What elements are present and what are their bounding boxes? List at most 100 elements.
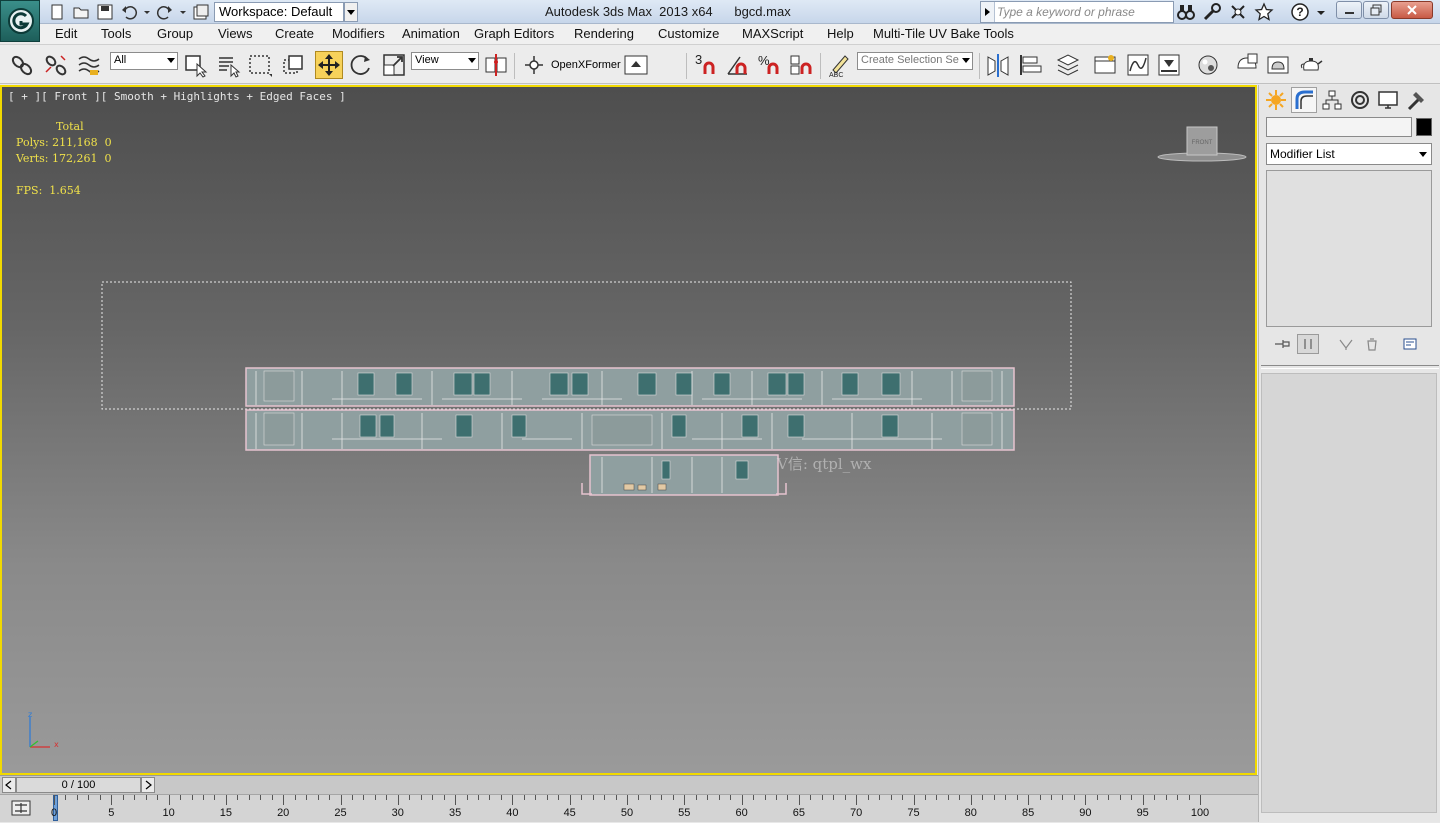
workspace-dropdown-arrow[interactable]	[344, 2, 358, 22]
menu-tools[interactable]: Tools	[101, 26, 131, 41]
select-and-rotate-button[interactable]	[347, 51, 375, 79]
track-bar[interactable]: 0 5 10 15 20 25 30 35 40 45 50 55 60 65 70 75 80 85 90 95 10…	[0, 794, 1258, 822]
minimize-button[interactable]	[1336, 1, 1362, 19]
render-setup-button[interactable]	[1233, 51, 1261, 79]
project-folder-icon[interactable]	[192, 3, 210, 21]
next-frame-button[interactable]	[141, 777, 155, 793]
search-input[interactable]	[997, 4, 1171, 20]
align-button[interactable]	[1016, 51, 1044, 79]
curve-editor-button[interactable]	[1124, 51, 1152, 79]
rendered-frame-window-button[interactable]	[1264, 51, 1292, 79]
menu-customize[interactable]: Customize	[658, 26, 719, 41]
menu-multi-tile-uv-bake-tools[interactable]: Multi-Tile UV Bake Tools	[873, 26, 1014, 41]
window-crossing-button[interactable]	[280, 51, 308, 79]
modifier-list-value: Modifier List	[1270, 147, 1335, 161]
rendered-frame-icon	[1267, 56, 1289, 74]
frame-tick	[317, 795, 319, 800]
pin-stack-button[interactable]	[1271, 334, 1293, 354]
show-end-result-button[interactable]	[1297, 334, 1319, 354]
spinner-snap-toggle-button[interactable]	[788, 51, 816, 79]
unlink-selection-button[interactable]	[42, 51, 70, 79]
openxformer-button[interactable]	[520, 51, 548, 79]
modifier-stack[interactable]	[1266, 170, 1432, 327]
new-file-icon[interactable]	[48, 3, 66, 21]
redo-icon[interactable]	[156, 3, 174, 21]
scene-explorer-button[interactable]	[1091, 51, 1119, 79]
select-and-move-button[interactable]	[315, 51, 343, 79]
remove-modifier-button[interactable]	[1361, 334, 1383, 354]
undo-icon[interactable]	[120, 3, 138, 21]
frame-tick-label: 30	[391, 807, 404, 819]
frame-tick	[1096, 795, 1098, 800]
pivot-center-button[interactable]	[482, 51, 510, 79]
parameters-rollout-area[interactable]	[1261, 373, 1437, 813]
search-collapse-button[interactable]	[981, 2, 995, 22]
menu-rendering[interactable]: Rendering	[574, 26, 634, 41]
make-unique-icon	[1339, 339, 1353, 350]
openxformer-toggle-button[interactable]	[622, 51, 650, 79]
angle-snap-toggle-button[interactable]	[724, 51, 752, 79]
bind-to-space-warp-button[interactable]	[75, 51, 103, 79]
modifier-list-dropdown[interactable]: Modifier List	[1266, 143, 1432, 165]
snaps-toggle-button[interactable]: 3	[692, 51, 720, 79]
menu-edit[interactable]: Edit	[55, 26, 77, 41]
menu-help[interactable]: Help	[827, 26, 854, 41]
menu-group[interactable]: Group	[157, 26, 193, 41]
make-unique-button[interactable]	[1335, 334, 1357, 354]
menu-create[interactable]: Create	[275, 26, 314, 41]
tab-create[interactable]	[1263, 87, 1289, 113]
menu-animation[interactable]: Animation	[402, 26, 460, 41]
schematic-view-button[interactable]	[1155, 51, 1183, 79]
frame-tick	[500, 795, 502, 800]
frame-tick-label: 0	[50, 807, 58, 819]
tab-hierarchy[interactable]	[1319, 87, 1345, 113]
material-editor-button[interactable]	[1194, 51, 1222, 79]
help-icon[interactable]: ?	[1290, 2, 1310, 22]
layer-manager-button[interactable]	[1054, 51, 1082, 79]
render-production-button[interactable]	[1297, 51, 1325, 79]
edit-named-selection-button[interactable]: ABC	[826, 51, 854, 79]
save-file-icon[interactable]	[96, 3, 114, 21]
app-menu-button[interactable]	[0, 0, 40, 42]
open-mini-curve-editor-icon[interactable]	[10, 799, 32, 817]
frame-tick-label: 100	[1190, 807, 1210, 819]
menu-maxscript[interactable]: MAXScript	[742, 26, 803, 41]
maximize-button[interactable]	[1363, 1, 1389, 19]
open-file-icon[interactable]	[72, 3, 90, 21]
menu-modifiers[interactable]: Modifiers	[332, 26, 385, 41]
menu-graph-editors[interactable]: Graph Editors	[474, 26, 554, 41]
tab-modify[interactable]	[1291, 87, 1317, 113]
object-color-swatch[interactable]	[1416, 118, 1432, 136]
select-object-button[interactable]	[182, 51, 210, 79]
tab-display[interactable]	[1375, 87, 1401, 113]
help-dropdown-icon[interactable]	[1316, 2, 1326, 22]
percent-snap-toggle-button[interactable]: %	[756, 51, 784, 79]
select-by-name-button[interactable]	[215, 51, 243, 79]
workspace-dropdown[interactable]: Workspace: Default	[214, 2, 344, 22]
selection-filter-dropdown[interactable]: All	[110, 52, 178, 70]
subscription-tools-icon[interactable]	[1202, 2, 1222, 22]
named-selection-set-dropdown[interactable]: Create Selection Se	[857, 52, 973, 70]
frame-tick	[283, 795, 285, 805]
binoculars-search-icon[interactable]	[1176, 2, 1196, 22]
reference-coordinate-dropdown[interactable]: View	[411, 52, 479, 70]
object-name-field[interactable]	[1266, 117, 1412, 137]
front-viewport[interactable]: [ + ][ Front ][ Smooth + Highlights + Ed…	[0, 85, 1257, 775]
select-and-link-button[interactable]	[8, 51, 36, 79]
configure-modifier-sets-button[interactable]	[1399, 334, 1421, 354]
previous-frame-button[interactable]	[2, 777, 16, 793]
time-slider-thumb[interactable]: 0 / 100	[16, 777, 141, 793]
frame-ruler[interactable]: 0 5 10 15 20 25 30 35 40 45 50 55 60 65 70 75 80 85 90 95 10…	[50, 795, 1252, 823]
communication-center-icon[interactable]	[1228, 2, 1248, 22]
snap-magnet-icon: 3	[695, 52, 715, 74]
time-slider[interactable]: 0 / 100	[0, 775, 1258, 794]
trash-icon	[1367, 338, 1377, 351]
close-button[interactable]	[1391, 1, 1433, 19]
mirror-button[interactable]	[984, 51, 1012, 79]
select-and-scale-button[interactable]	[380, 51, 408, 79]
favorites-star-icon[interactable]	[1254, 2, 1274, 22]
tab-utilities[interactable]	[1403, 87, 1429, 113]
menu-views[interactable]: Views	[218, 26, 252, 41]
rectangular-selection-region-button[interactable]	[246, 51, 274, 79]
tab-motion[interactable]	[1347, 87, 1373, 113]
